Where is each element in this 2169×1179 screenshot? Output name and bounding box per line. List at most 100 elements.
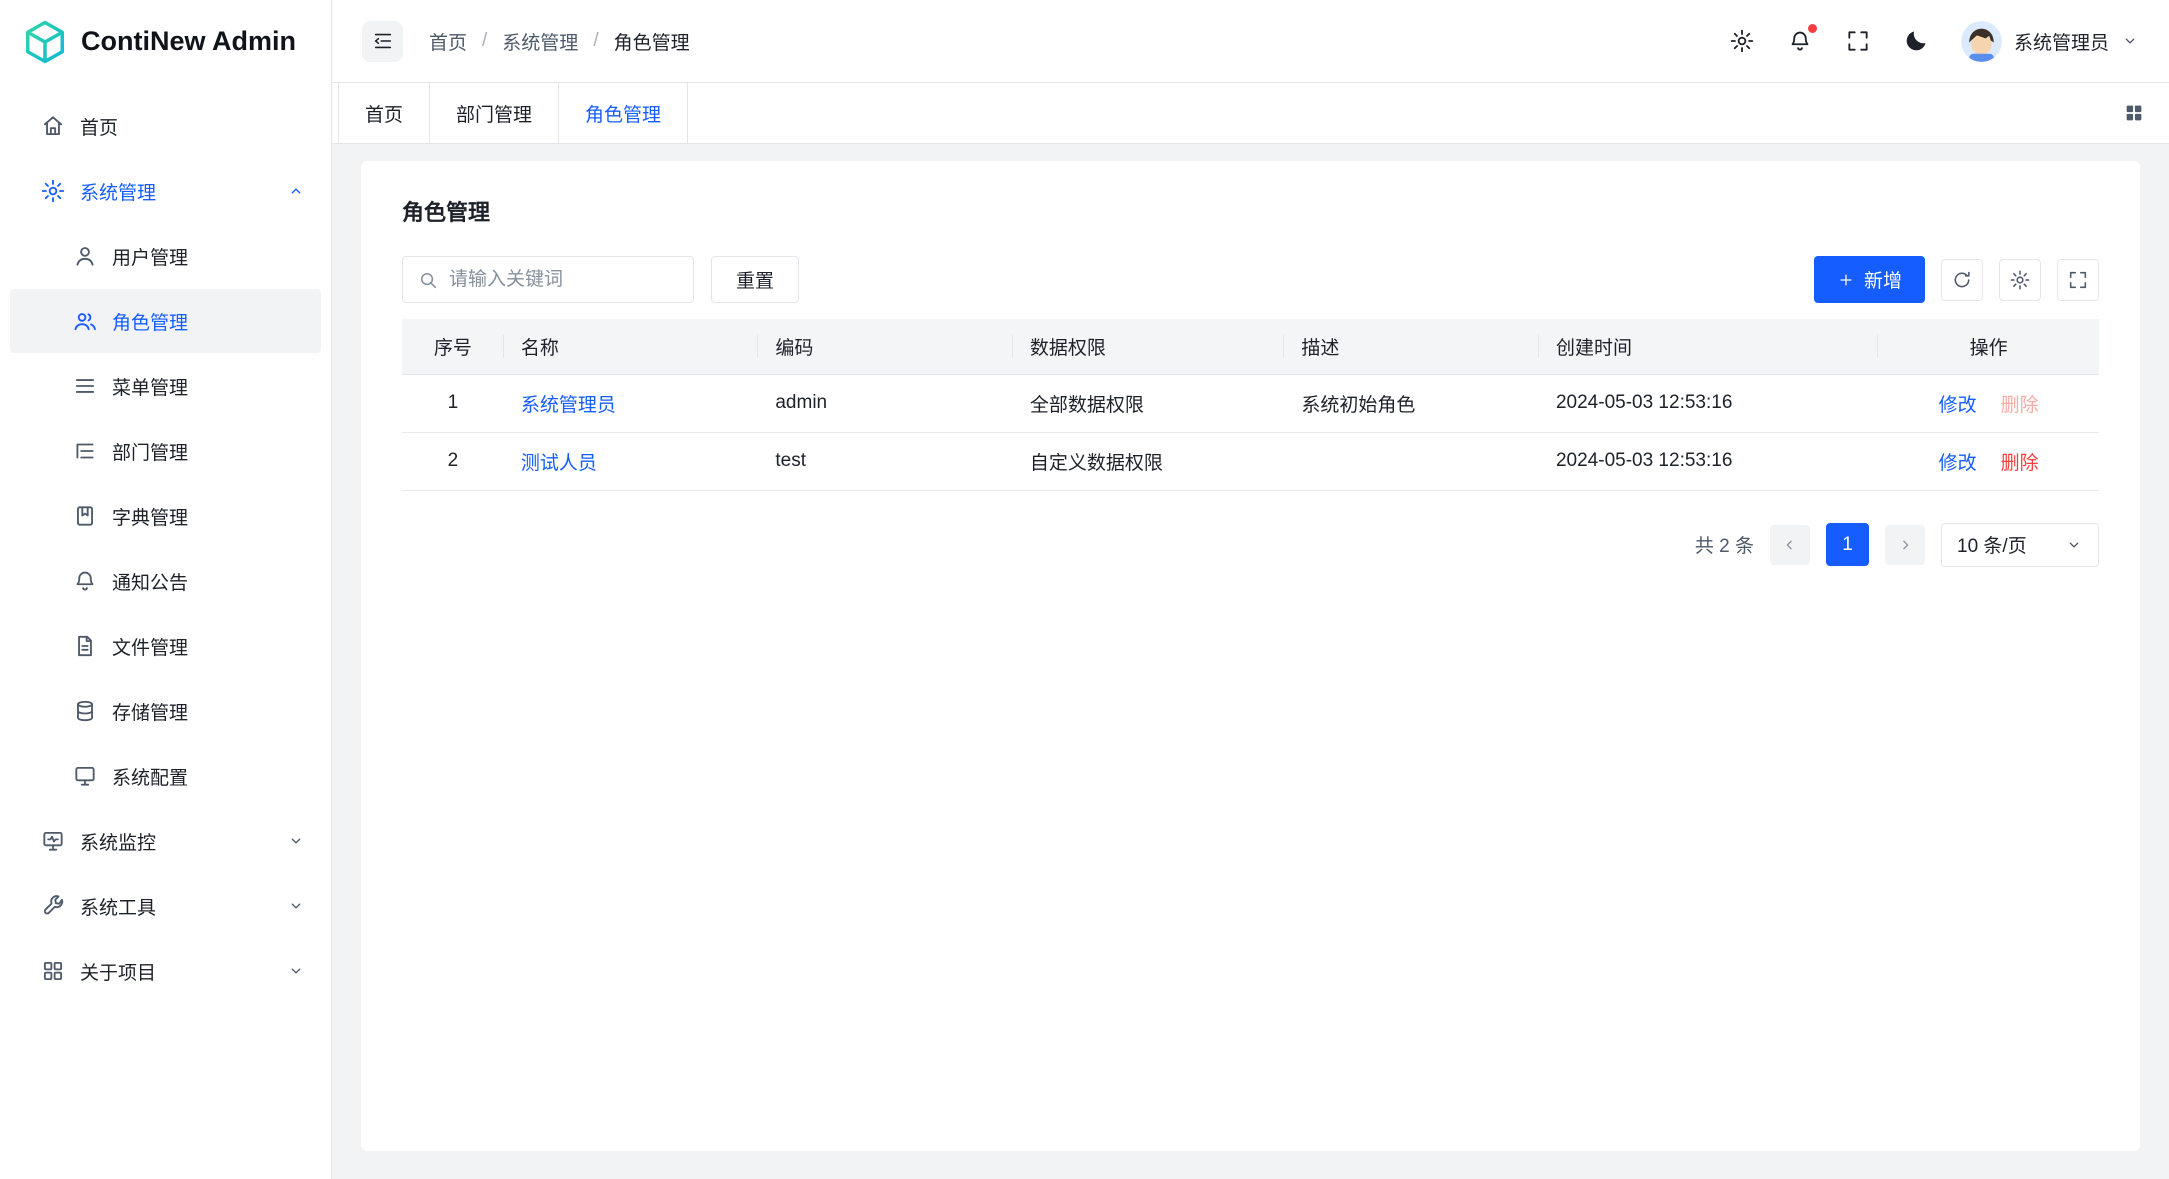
refresh-button[interactable] (1941, 259, 1983, 301)
sidebar-item-dept-management[interactable]: 部门管理 (10, 419, 321, 483)
breadcrumb-separator: / (482, 30, 487, 52)
tree-icon (72, 438, 98, 464)
chevron-down-icon (287, 962, 305, 980)
delete-button[interactable]: 删除 (2001, 453, 2039, 474)
table-row: 2 测试人员 test 自定义数据权限 2024-05-03 12:53:16 … (402, 432, 2099, 490)
breadcrumb-home[interactable]: 首页 (429, 28, 467, 55)
pagination-next-button[interactable] (1885, 525, 1925, 565)
column-header-name: 名称 (504, 319, 759, 374)
cell-created-at: 2024-05-03 12:53:16 (1539, 432, 1878, 490)
grid-icon (2123, 102, 2145, 124)
avatar (1961, 21, 2002, 62)
monitor-icon (72, 763, 98, 789)
cell-description: 系统初始角色 (1284, 374, 1539, 432)
add-button-label: 新增 (1864, 266, 1902, 293)
breadcrumb-system-management[interactable]: 系统管理 (502, 28, 578, 55)
sidebar-item-label: 用户管理 (112, 243, 188, 270)
file-icon (72, 633, 98, 659)
tab-label: 首页 (365, 100, 403, 127)
sidebar-item-label: 字典管理 (112, 503, 188, 530)
chevron-up-icon (287, 182, 305, 200)
role-name-link[interactable]: 测试人员 (521, 453, 597, 474)
search-icon (417, 269, 439, 291)
sidebar-item-system-management[interactable]: 系统管理 (10, 159, 321, 223)
tab-dept-management[interactable]: 部门管理 (430, 83, 559, 143)
pagination-total: 共 2 条 (1695, 531, 1754, 558)
sidebar-item-home[interactable]: 首页 (10, 94, 321, 158)
tab-label: 角色管理 (585, 100, 661, 127)
sidebar-item-dict-management[interactable]: 字典管理 (10, 484, 321, 548)
app-logo: ContiNew Admin (0, 0, 331, 83)
pagination: 共 2 条 1 10 条/页 (402, 523, 2099, 567)
top-header: 首页 / 系统管理 / 角色管理 (332, 0, 2169, 83)
notifications-button[interactable] (1787, 28, 1813, 54)
add-button[interactable]: 新增 (1814, 256, 1925, 303)
sidebar-item-label: 角色管理 (112, 308, 188, 335)
cell-code: admin (758, 374, 1013, 432)
sidebar-item-menu-management[interactable]: 菜单管理 (10, 354, 321, 418)
page-size-select[interactable]: 10 条/页 (1941, 523, 2099, 567)
cell-data-scope: 自定义数据权限 (1013, 432, 1285, 490)
sidebar-item-notice[interactable]: 通知公告 (10, 549, 321, 613)
edit-button[interactable]: 修改 (1939, 395, 1977, 416)
gear-icon (2009, 269, 2031, 291)
pagination-page-1[interactable]: 1 (1826, 523, 1869, 566)
pagination-prev-button[interactable] (1770, 525, 1810, 565)
user-menu[interactable]: 系统管理员 (1961, 21, 2139, 62)
tab-bar: 首页 部门管理 角色管理 (332, 83, 2169, 144)
sidebar: ContiNew Admin 首页 系统管理 用户管理 角色管理 (0, 0, 332, 1179)
tab-label: 部门管理 (456, 100, 532, 127)
book-icon (72, 503, 98, 529)
cell-index: 2 (402, 432, 504, 490)
dark-mode-toggle[interactable] (1903, 28, 1929, 54)
chevron-down-icon (287, 897, 305, 915)
home-icon (40, 113, 66, 139)
page-title: 角色管理 (402, 161, 2099, 227)
monitor-pulse-icon (40, 828, 66, 854)
role-management-card: 角色管理 重置 新增 (361, 161, 2140, 1151)
table-fullscreen-button[interactable] (2057, 259, 2099, 301)
sidebar-item-role-management[interactable]: 角色管理 (10, 289, 321, 353)
grid-icon (40, 958, 66, 984)
list-icon (72, 373, 98, 399)
sidebar-item-label: 通知公告 (112, 568, 188, 595)
sidebar-collapse-button[interactable] (362, 21, 403, 62)
search-input[interactable] (449, 269, 679, 291)
sidebar-item-user-management[interactable]: 用户管理 (10, 224, 321, 288)
tab-role-management[interactable]: 角色管理 (559, 83, 688, 143)
table-controls: 重置 新增 (402, 256, 2099, 303)
column-header-description: 描述 (1284, 319, 1539, 374)
sidebar-item-system-config[interactable]: 系统配置 (10, 744, 321, 808)
role-table: 序号 名称 编码 数据权限 描述 创建时间 操作 1 系统管理员 (402, 319, 2099, 491)
role-name-link[interactable]: 系统管理员 (521, 395, 616, 416)
logo-cube-icon (22, 19, 68, 65)
header-actions: 系统管理员 (1729, 21, 2139, 62)
column-header-code: 编码 (758, 319, 1013, 374)
table-settings-button[interactable] (1999, 259, 2041, 301)
plus-icon (1837, 271, 1855, 289)
sidebar-item-label: 关于项目 (80, 958, 156, 985)
column-header-created-at: 创建时间 (1539, 319, 1878, 374)
sidebar-submenu-system: 用户管理 角色管理 菜单管理 部门管理 字典管理 (0, 224, 331, 808)
sidebar-item-file-management[interactable]: 文件管理 (10, 614, 321, 678)
cell-created-at: 2024-05-03 12:53:16 (1539, 374, 1878, 432)
tab-actions-button[interactable] (2099, 83, 2169, 143)
reset-button[interactable]: 重置 (711, 256, 799, 303)
chevron-right-icon (1896, 536, 1914, 554)
sidebar-item-system-monitor[interactable]: 系统监控 (10, 809, 321, 873)
settings-button[interactable] (1729, 28, 1755, 54)
sidebar-item-storage-management[interactable]: 存储管理 (10, 679, 321, 743)
column-header-data-scope: 数据权限 (1013, 319, 1285, 374)
tab-home[interactable]: 首页 (338, 83, 430, 143)
chevron-down-icon (287, 832, 305, 850)
fullscreen-button[interactable] (1845, 28, 1871, 54)
sidebar-item-system-tools[interactable]: 系统工具 (10, 874, 321, 938)
sidebar-item-about-project[interactable]: 关于项目 (10, 939, 321, 1003)
sidebar-item-label: 菜单管理 (112, 373, 188, 400)
delete-button-disabled[interactable]: 删除 (2001, 395, 2039, 416)
gear-icon (40, 178, 66, 204)
app-root: ContiNew Admin 首页 系统管理 用户管理 角色管理 (0, 0, 2169, 1179)
edit-button[interactable]: 修改 (1939, 453, 1977, 474)
users-icon (72, 308, 98, 334)
main-area: 首页 / 系统管理 / 角色管理 (332, 0, 2169, 1179)
